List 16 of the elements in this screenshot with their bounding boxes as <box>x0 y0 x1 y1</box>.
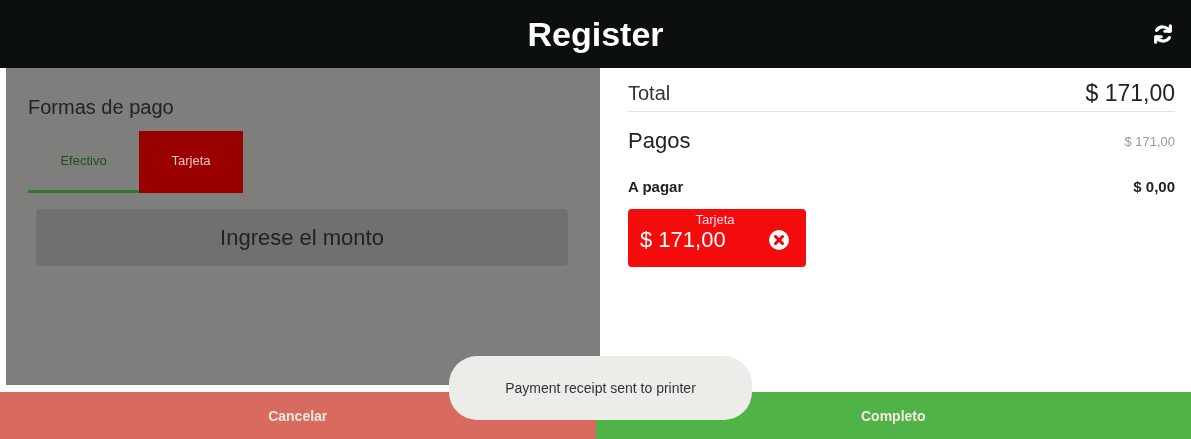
amount-field[interactable]: Ingrese el monto <box>36 209 568 266</box>
total-value: $ 171,00 <box>1085 80 1175 107</box>
refresh-icon <box>1152 23 1174 45</box>
page-title: Register <box>527 14 664 54</box>
due-label: A pagar <box>628 178 684 195</box>
due-value: $ 0,00 <box>1133 178 1175 195</box>
chip-amount: $ 171,00 <box>640 227 726 253</box>
payment-tab[interactable]: Tarjeta <box>139 131 243 193</box>
remove-button[interactable] <box>768 229 790 251</box>
chip-method: Tarjeta <box>694 212 736 227</box>
payments-value: $ 171,00 <box>1124 133 1175 149</box>
total-label: Total <box>628 82 671 105</box>
payments-label: Pagos <box>628 128 691 154</box>
section-title: Formas de pago <box>28 96 175 119</box>
receipt-toast: Payment receipt sent to printer <box>449 356 752 420</box>
close-icon <box>768 229 790 251</box>
